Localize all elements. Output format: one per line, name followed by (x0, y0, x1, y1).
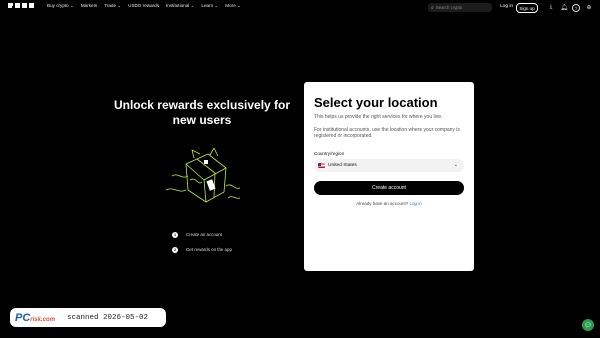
bell-icon[interactable]: 🔔︎ (560, 3, 568, 11)
pcrisk-logo-main: PC (15, 311, 31, 324)
country-value: United States (328, 163, 357, 168)
gift-box-illustration (165, 147, 241, 203)
signup-button[interactable]: Sign up (516, 3, 538, 13)
nav-item-buy-crypto[interactable]: Buy crypto ⌄ (47, 3, 74, 9)
login-link[interactable]: Log in (500, 4, 513, 9)
nav-item-trade[interactable]: Trade ⌄ (104, 3, 121, 9)
search-box[interactable]: ⌕ Search crypto (428, 3, 492, 12)
search-icon: ⌕ (431, 4, 434, 11)
chevron-down-icon: ⌄ (453, 162, 458, 168)
nav-item-markets[interactable]: Markets (81, 3, 97, 9)
country-label: Country/region (314, 151, 345, 156)
card-title: Select your location (314, 95, 438, 110)
promo-steps: 1 Create an account 2 Get rewards on the… (172, 227, 232, 257)
step-label: Get rewards on the app (186, 247, 232, 252)
main-menu: Buy crypto ⌄ Markets Trade ⌄ USDG reward… (47, 3, 241, 9)
step-number: 1 (172, 231, 178, 238)
promo-headline: Unlock rewards exclusively for new users (113, 98, 291, 127)
top-navbar: Buy crypto ⌄ Markets Trade ⌄ USDG reward… (0, 0, 600, 14)
location-card: Select your location This helps us provi… (304, 82, 474, 271)
pcrisk-logo-sub: risk.com (30, 316, 55, 323)
brand-logo[interactable] (8, 3, 34, 11)
chat-support-icon[interactable]: 💬︎ (582, 319, 594, 331)
watermark-badge: PCrisk.com scanned 2026-05-02 (10, 308, 166, 327)
nav-item-institutional[interactable]: Institutional ⌄ (166, 3, 194, 9)
step-item: 2 Get rewards on the app (172, 242, 232, 257)
already-text: Already have an account? (356, 201, 409, 206)
help-icon[interactable]: ? (572, 4, 580, 12)
institutional-note: For institutional accounts, use the loca… (314, 127, 460, 140)
nav-item-usdg-rewards[interactable]: USDG rewards (128, 3, 159, 9)
download-icon[interactable]: ⤓ (547, 3, 555, 11)
login-link-card[interactable]: Log in (410, 201, 422, 206)
step-item: 1 Create an account (172, 227, 232, 242)
nav-item-more[interactable]: More ⌄ (225, 3, 241, 9)
step-label: Create an account (186, 232, 222, 237)
globe-icon[interactable]: ⊕ (585, 3, 593, 11)
step-number: 2 (172, 246, 178, 253)
create-account-button[interactable]: Create account (314, 181, 464, 195)
us-flag-icon (318, 163, 325, 168)
pcrisk-logo: PCrisk.com (15, 312, 55, 324)
card-subtitle: This helps us provide the right services… (314, 114, 443, 120)
scan-date: scanned 2026-05-02 (66, 313, 148, 322)
search-placeholder: Search crypto (435, 5, 463, 10)
nav-item-learn[interactable]: Learn ⌄ (201, 3, 218, 9)
already-have-account: Already have an account? Log in (304, 201, 474, 206)
country-select[interactable]: United States ⌄ (314, 159, 464, 172)
